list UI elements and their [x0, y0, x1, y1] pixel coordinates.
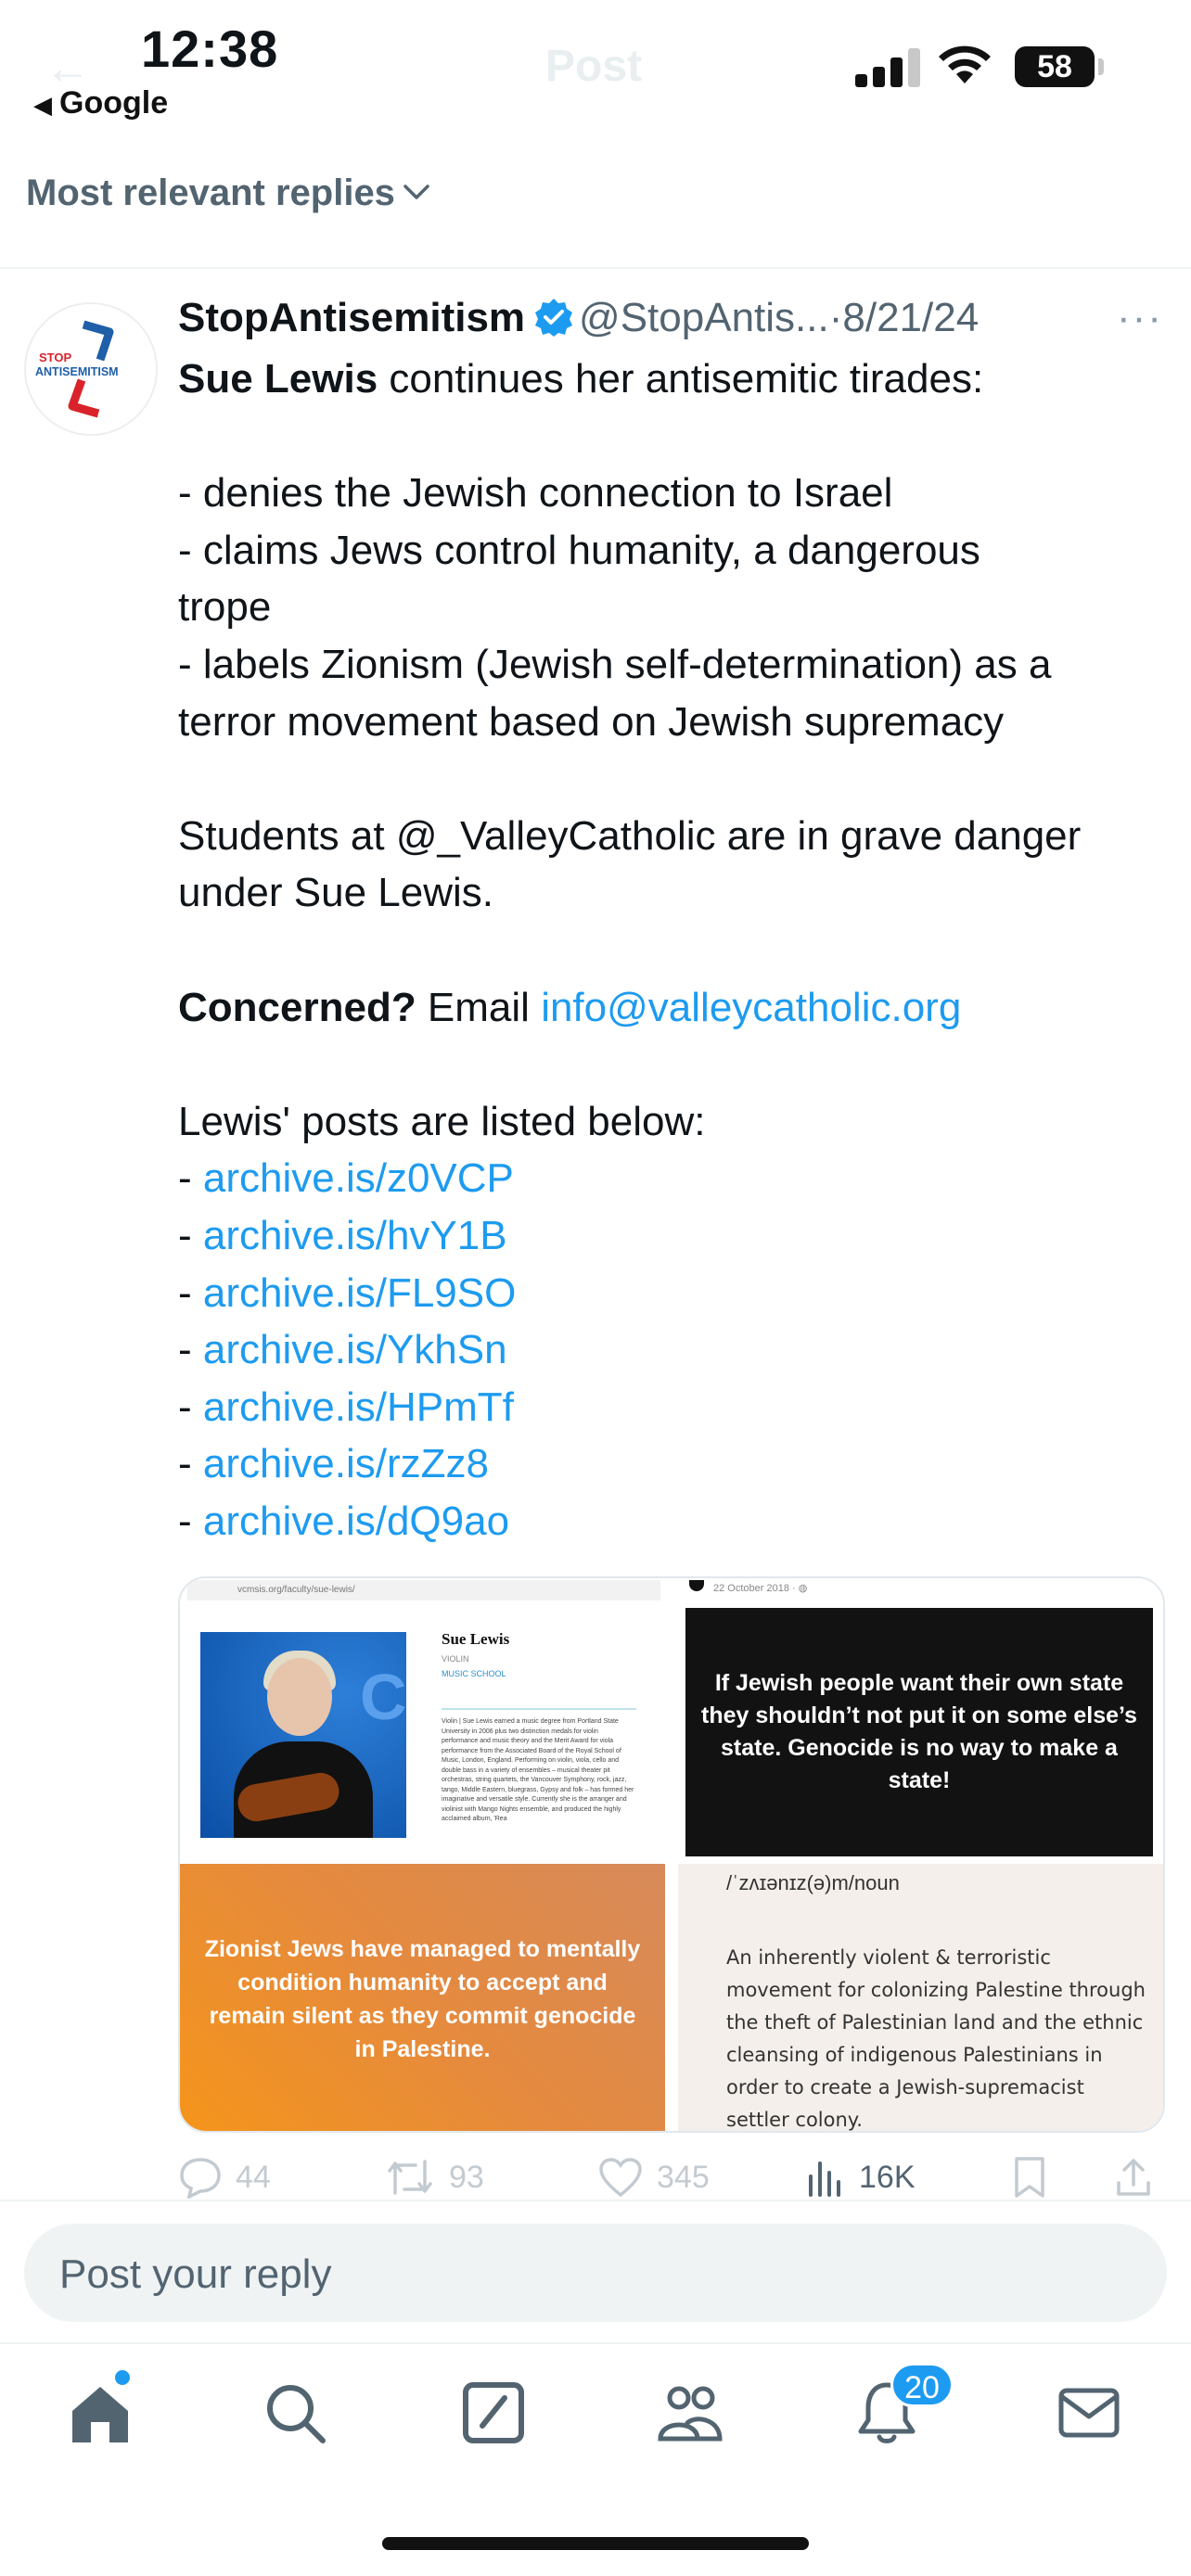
- home-icon[interactable]: [65, 2378, 135, 2448]
- link-prefix: -: [178, 1441, 203, 1487]
- tweet-header: StopAntisemitism @StopAntis...·8/21/24: [178, 295, 1171, 351]
- heart-icon: [599, 2158, 642, 2198]
- mention-name: Sue Lewis: [178, 356, 378, 402]
- divider: [0, 267, 1191, 269]
- logo-text-top: STOP: [39, 351, 71, 364]
- stopantisemitism-logo-icon: STOP ANTISEMITISM: [35, 320, 119, 418]
- back-triangle-icon: ◀: [33, 91, 52, 119]
- separator-dot: ·: [828, 295, 843, 340]
- logo-text-bottom: ANTISEMITISM: [35, 365, 119, 378]
- handle[interactable]: @StopAntis...: [579, 295, 829, 340]
- bullet-line: - claims Jews control humanity, a danger…: [178, 527, 980, 573]
- bullet-line: - denies the Jewish connection to Israel: [178, 470, 893, 516]
- tweet-date[interactable]: 8/21/24: [842, 295, 979, 340]
- archive-link[interactable]: archive.is/HPmTf: [203, 1384, 514, 1430]
- reply-button[interactable]: 44: [178, 2149, 271, 2205]
- media-profile-screenshot[interactable]: vcmsis.org/faculty/sue-lewis/ C Sue Lewi…: [180, 1578, 665, 1864]
- link-prefix: -: [178, 1269, 203, 1316]
- repost-icon: [388, 2160, 432, 2195]
- reply-icon: [180, 2158, 221, 2199]
- profile-name: Sue Lewis: [442, 1630, 510, 1648]
- verified-badge-icon: [535, 299, 573, 337]
- post-date: 22 October 2018 · ◍: [713, 1583, 808, 1594]
- display-name[interactable]: StopAntisemitism: [178, 295, 525, 340]
- media-black-post[interactable]: 22 October 2018 · ◍ If Jewish people wan…: [678, 1578, 1163, 1864]
- search-icon[interactable]: [260, 2378, 330, 2448]
- profile-bio: Violin | Sue Lewis earned a music degree…: [442, 1718, 634, 1822]
- cellular-signal-icon: [855, 46, 920, 87]
- bullet-line: terror movement based on Jewish supremac…: [178, 698, 1005, 745]
- battery-icon: 58: [1015, 46, 1095, 87]
- home-unread-dot: [115, 2370, 130, 2385]
- tweet-actions: 44 93 345 16K: [178, 2149, 1171, 2205]
- profile-school: MUSIC SCHOOL: [442, 1669, 506, 1678]
- divider: [442, 1708, 636, 1710]
- link-prefix: -: [178, 1327, 203, 1373]
- status-time: 12:38: [141, 19, 279, 78]
- violinist-photo: C: [200, 1632, 406, 1838]
- body-line: Students at @_ValleyCatholic are in grav…: [178, 812, 1082, 859]
- more-options-icon[interactable]: ···: [1117, 295, 1163, 341]
- reply-placeholder: Post your reply: [59, 2251, 332, 2297]
- communities-icon[interactable]: [655, 2378, 725, 2448]
- link-prefix: -: [178, 1498, 203, 1544]
- divider: [0, 2200, 1191, 2201]
- link-prefix: -: [178, 1384, 203, 1430]
- bookmark-button[interactable]: [1011, 2149, 1061, 2205]
- media-definition[interactable]: /ˈzʌɪənɪz(ə)m/noun An inherently violent…: [678, 1864, 1163, 2131]
- reply-sort-dropdown[interactable]: Most relevant replies: [26, 172, 430, 214]
- views-count: 16K: [859, 2159, 916, 2195]
- link-prefix: -: [178, 1155, 203, 1202]
- like-count: 345: [657, 2159, 710, 2195]
- wifi-icon: [939, 45, 991, 83]
- avatar[interactable]: STOP ANTISEMITISM: [24, 302, 158, 436]
- battery-cap: [1098, 58, 1104, 75]
- status-bar: ← Post 12:38 ◀ Google 58: [0, 0, 1191, 130]
- body-line: Lewis' posts are listed below:: [178, 1098, 706, 1144]
- archive-link[interactable]: archive.is/FL9SO: [203, 1270, 516, 1316]
- back-to-app-link[interactable]: ◀ Google: [33, 85, 168, 121]
- definition-text: An inherently violent & terroristic move…: [726, 1946, 1146, 2131]
- concerned-label: Concerned?: [178, 984, 416, 1030]
- definition-phonetic: /ˈzʌɪənɪz(ə)m/noun: [726, 1871, 900, 1894]
- archive-link[interactable]: archive.is/dQ9ao: [203, 1498, 509, 1544]
- repost-count: 93: [449, 2159, 484, 2195]
- tweet-text: Sue Lewis continues her antisemitic tira…: [178, 351, 1171, 1549]
- like-button[interactable]: 345: [597, 2149, 710, 2205]
- bullet-line: trope: [178, 584, 272, 631]
- profile-instrument: VIOLIN: [442, 1654, 469, 1664]
- notifications-badge: 20: [890, 2363, 954, 2407]
- browser-url-bar: vcmsis.org/faculty/sue-lewis/: [187, 1580, 660, 1600]
- media-grid: vcmsis.org/faculty/sue-lewis/ C Sue Lewi…: [178, 1576, 1165, 2133]
- bullet-line: - labels Zionism (Jewish self-determinat…: [178, 641, 1052, 687]
- views-chart-icon: [809, 2162, 840, 2197]
- page-title: Post: [545, 42, 643, 91]
- share-button[interactable]: [1113, 2149, 1167, 2205]
- messages-icon[interactable]: [1054, 2378, 1124, 2448]
- intro-text: continues her antisemitic tirades:: [378, 356, 984, 402]
- back-app-label: Google: [59, 85, 169, 121]
- link-prefix: -: [178, 1212, 203, 1258]
- repost-button[interactable]: 93: [384, 2149, 484, 2205]
- reply-count: 44: [236, 2159, 271, 2195]
- sort-label: Most relevant replies: [26, 172, 395, 213]
- share-icon: [1117, 2159, 1150, 2196]
- archive-link[interactable]: archive.is/z0VCP: [203, 1155, 514, 1201]
- compose-icon[interactable]: [458, 2378, 529, 2448]
- email-link[interactable]: info@valleycatholic.org: [541, 985, 961, 1030]
- media-orange-post[interactable]: Zionist Jews have managed to mentally co…: [180, 1864, 665, 2131]
- orange-post-text: Zionist Jews have managed to mentally co…: [204, 1936, 641, 2062]
- archive-link[interactable]: archive.is/YkhSn: [203, 1327, 507, 1372]
- views-button[interactable]: 16K: [805, 2149, 916, 2205]
- bookmark-icon: [1015, 2157, 1044, 2198]
- archive-link[interactable]: archive.is/hvY1B: [203, 1213, 507, 1258]
- chevron-down-icon: [403, 177, 430, 209]
- black-post-text: If Jewish people want their own state th…: [685, 1608, 1153, 1856]
- home-indicator[interactable]: [382, 2537, 809, 2550]
- reply-input[interactable]: Post your reply: [24, 2224, 1167, 2322]
- body-line: under Sue Lewis.: [178, 870, 493, 916]
- archive-link[interactable]: archive.is/rzZz8: [203, 1441, 489, 1486]
- email-prefix: Email: [416, 984, 542, 1030]
